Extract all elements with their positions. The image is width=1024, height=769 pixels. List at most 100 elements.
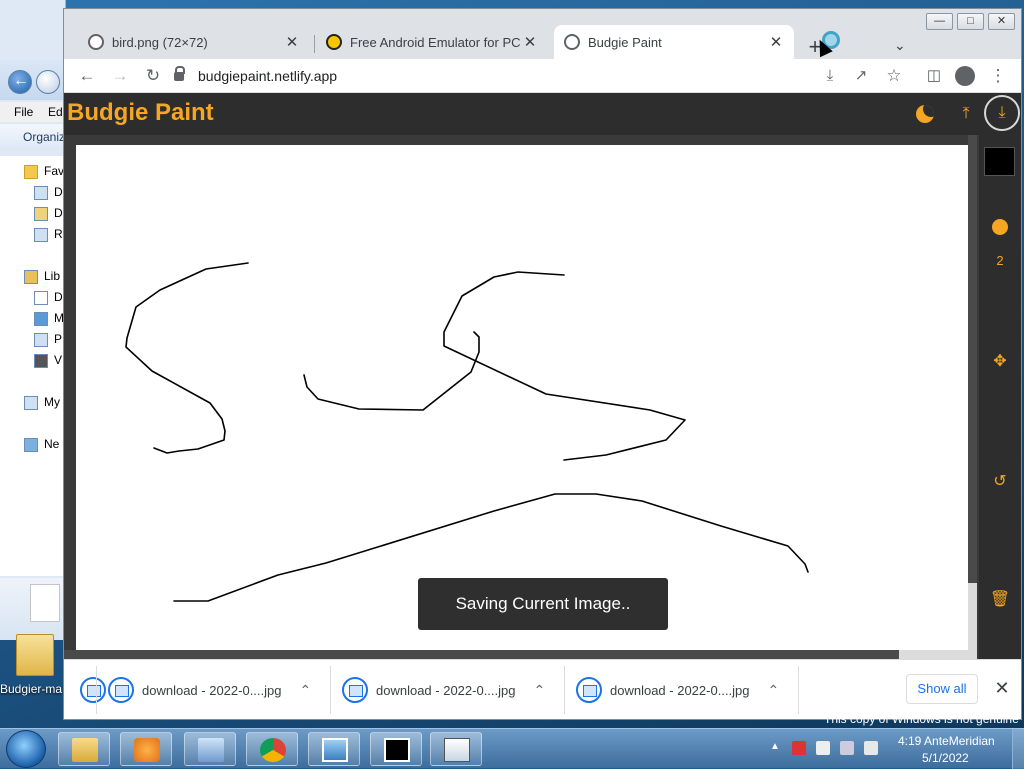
tree-computer[interactable]: My [24,395,60,413]
taskbar-window[interactable] [430,732,482,766]
explorer-window: File Ed Organiz Fav D D R Lib D M P V My… [0,0,66,640]
browser-window: — □ ✕ bird.png (72×72) ✕ Free Android Em… [63,8,1022,720]
share-icon[interactable]: ↗ [850,65,872,87]
taskbar-chrome[interactable] [246,732,298,766]
stroke [125,262,249,454]
7zip-icon [384,738,410,762]
chevron-up-icon[interactable]: ⌃ [767,682,779,699]
network-icon[interactable] [840,741,854,755]
download-filename: download - 2022-0....jpg [610,682,750,698]
desktop-folder-icon[interactable] [16,634,54,676]
taskbar-media-player[interactable] [120,732,172,766]
tab-bird-png[interactable]: bird.png (72×72) ✕ [78,25,310,59]
download-item[interactable]: download - 2022-0....jpg ⌃ [342,672,545,708]
move-arrows-icon[interactable]: ✥ [979,351,1021,371]
show-desktop-button[interactable] [1012,729,1024,769]
control-panel-icon [198,738,224,762]
back-arrow-icon[interactable]: ← [76,65,98,87]
tree-item-videos[interactable]: V [34,353,62,371]
close-icon[interactable]: ✕ [284,33,300,51]
moon-icon[interactable] [916,105,934,123]
volume-icon[interactable] [864,741,878,755]
download-icon[interactable]: ⤓ [819,65,841,87]
tree-item-documents[interactable]: D [34,290,63,308]
tree-item-recent[interactable]: R [34,227,63,245]
chevron-up-icon[interactable]: ⌃ [299,682,311,699]
bookmark-star-icon[interactable]: ☆ [883,65,905,87]
taskbar-explorer[interactable] [58,732,110,766]
tree-libraries[interactable]: Lib [24,269,60,287]
menu-edit[interactable]: Ed [48,105,63,119]
back-arrow-icon[interactable] [8,70,32,94]
lock-icon[interactable] [174,65,185,81]
flag-icon[interactable] [816,741,830,755]
tab-title: Budgie Paint [588,34,662,50]
color-picker-swatch[interactable] [984,147,1015,176]
scrollbar-thumb[interactable] [968,583,977,659]
upload-icon[interactable]: ⤒ [954,103,978,125]
vertical-scrollbar[interactable] [968,135,977,659]
drawing-canvas[interactable] [76,145,968,651]
tree-favorites[interactable]: Fav [24,164,64,182]
organize-button[interactable]: Organiz [23,130,65,144]
brush-size-icon[interactable] [992,219,1008,235]
download-item[interactable]: download - 2022-0....jpg ⌃ [576,672,779,708]
undo-icon[interactable]: ↺ [979,471,1021,491]
close-icon[interactable]: ✕ [522,33,538,51]
trash-icon[interactable]: 🗑 [979,589,1021,609]
tab-title: Free Android Emulator for PC - D [350,34,522,50]
action-center-icon[interactable] [792,741,806,755]
start-button[interactable] [6,730,46,768]
drawing-strokes [125,262,809,602]
tree-network[interactable]: Ne [24,437,59,455]
shelf-separator [96,666,97,714]
file-thumbnail-icon [30,584,60,622]
url-text: budgiepaint.netlify.app [198,68,338,84]
taskbar-photo-viewer[interactable] [308,732,360,766]
forward-arrow-icon[interactable] [36,70,60,94]
close-icon[interactable]: ✕ [992,676,1012,700]
desktop-folder-label[interactable]: Budgier-ma [0,682,66,696]
tree-item-pictures[interactable]: P [34,332,62,350]
chevron-up-icon[interactable]: ⌃ [533,682,545,699]
menu-file[interactable]: File [14,105,33,119]
tree-item-desktop[interactable]: D [34,185,63,203]
globe-icon [564,34,580,50]
clock-date[interactable]: 5/1/2022 [922,751,969,765]
profile-avatar-icon[interactable] [955,66,975,86]
download-item-partial[interactable] [80,672,106,708]
download-item[interactable]: download - 2022-0....jpg ⌃ [108,672,311,708]
star-icon [24,164,38,179]
video-icon [34,353,48,368]
chevron-down-icon[interactable]: ⌄ [894,37,914,57]
tab-android-emulator[interactable]: Free Android Emulator for PC - D ✕ [316,25,548,59]
taskbar-7zip[interactable] [370,732,422,766]
scrollbar-thumb[interactable] [64,650,899,659]
budgie-paint-app: Budgie Paint ⤒ ⤓ Saving Current Image.. … [64,93,1021,659]
clock-time[interactable]: 4:19 AnteMeridian [898,734,995,748]
navigation-tree: Fav D D R Lib D M P V My Ne [0,156,66,576]
close-icon[interactable]: ✕ [768,33,784,51]
computer-icon [24,395,38,410]
more-menu-icon[interactable]: ⋮ [987,65,1009,87]
horizontal-scrollbar[interactable] [64,650,968,659]
canvas-area: Saving Current Image.. [64,135,979,659]
reload-icon[interactable]: ↻ [142,65,164,87]
side-panel-icon[interactable]: ◫ [923,65,945,87]
desktop-icon [34,185,48,200]
browser-toolbar: ← → ↻ budgiepaint.netlify.app ⤓ ↗ ☆ ◫ ⋮ [64,59,1021,93]
download-icon[interactable]: ⤓ [984,95,1020,131]
tool-sidebar: 2 ✥ ↺ 🗑 [979,135,1021,659]
address-bar[interactable]: budgiepaint.netlify.app [174,63,774,89]
tab-budgie-paint[interactable]: Budgie Paint ✕ [554,25,794,59]
tree-item-music[interactable]: M [34,311,64,329]
forward-arrow-icon[interactable]: → [109,65,131,87]
taskbar-control-panel[interactable] [184,732,236,766]
show-all-button[interactable]: Show all [906,674,978,704]
show-hidden-icons-icon[interactable]: ▲ [770,741,784,755]
tree-item-downloads[interactable]: D [34,206,63,224]
image-file-icon [80,677,106,703]
library-icon [24,269,38,284]
media-player-icon [134,738,160,762]
shelf-separator [330,666,331,714]
